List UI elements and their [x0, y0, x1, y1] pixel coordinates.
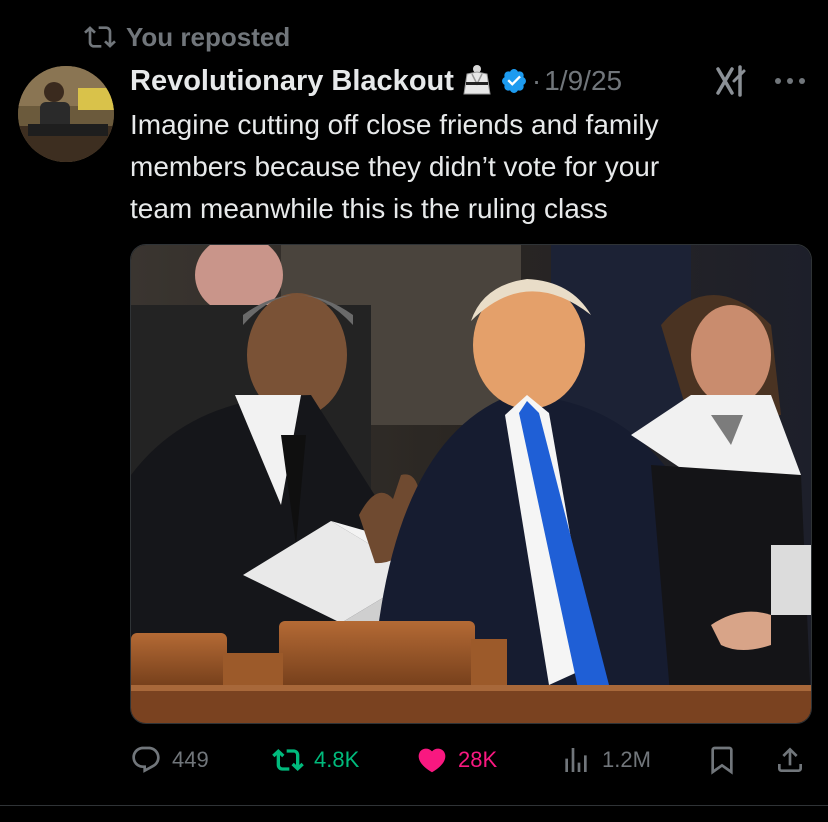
more-options-icon[interactable] [770, 66, 810, 96]
reposted-indicator: You reposted [84, 20, 290, 54]
tweet-header: Revolutionary Blackout · 1/9/25 [130, 60, 818, 102]
repost-button[interactable]: 4.8K [272, 740, 359, 780]
like-button[interactable]: 28K [416, 740, 497, 780]
tweet-actions: 449 4.8K 28K 1.2M [130, 740, 810, 780]
reply-count: 449 [172, 747, 209, 772]
tweet-text: Imagine cutting off close friends and fa… [130, 109, 660, 224]
verified-badge-icon [501, 69, 526, 93]
tweet-photo[interactable] [130, 244, 812, 724]
post-date[interactable]: 1/9/25 [544, 65, 622, 97]
views-count: 1.2M [602, 747, 651, 772]
separator-dot: · [531, 65, 542, 96]
repost-icon [272, 749, 304, 771]
reply-icon [132, 746, 160, 773]
bookmark-button[interactable] [706, 740, 738, 780]
reposted-label: You reposted [126, 21, 291, 52]
heart-icon [418, 748, 446, 773]
reply-button[interactable]: 449 [130, 740, 209, 780]
grok-icon[interactable] [714, 63, 750, 99]
like-count: 28K [458, 747, 498, 772]
gi-uniform-emoji [463, 65, 491, 95]
views-button[interactable]: 1.2M [560, 740, 651, 780]
author-name[interactable]: Revolutionary Blackout [130, 65, 454, 98]
share-icon [778, 747, 802, 772]
bookmark-icon [711, 746, 733, 775]
divider [0, 805, 828, 806]
repost-count: 4.8K [314, 747, 360, 772]
share-button[interactable] [774, 740, 806, 780]
repost-icon [84, 26, 116, 48]
views-chart-icon [565, 748, 587, 772]
author-avatar[interactable] [18, 66, 114, 162]
